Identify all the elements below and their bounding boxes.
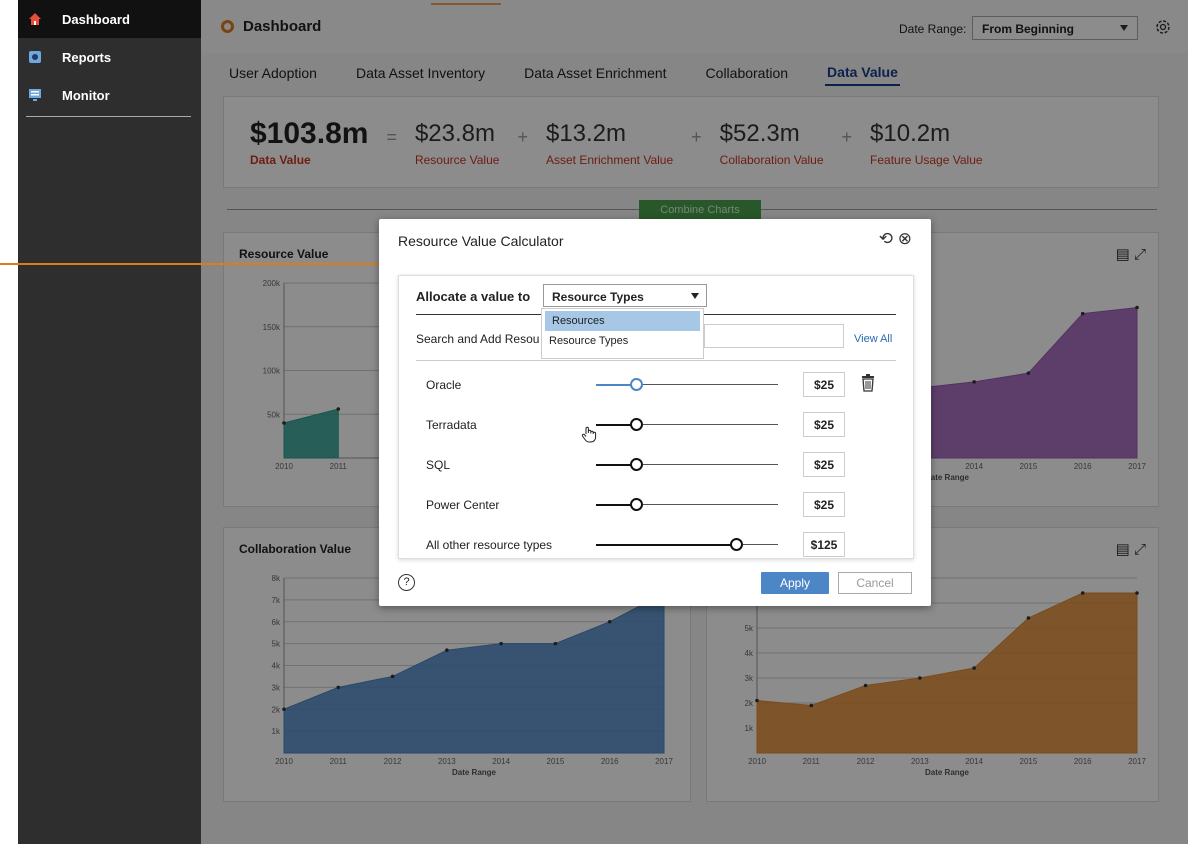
home-icon [29,13,41,25]
help-icon[interactable]: ? [398,574,415,591]
close-icon[interactable]: ⊗ [898,229,912,248]
value-slider[interactable] [596,538,778,551]
resource-row: SQL $25 [416,452,896,478]
resource-name: Power Center [426,498,500,512]
amount-input[interactable]: $25 [803,452,845,477]
slider-handle[interactable] [630,418,644,431]
resource-row: All other resource types $125 [416,532,896,558]
amount-input[interactable]: $25 [803,372,845,397]
resource-row: Terradata $25 [416,412,896,438]
sidebar-item-dashboard[interactable]: Dashboard [18,0,201,38]
dialog-title: Resource Value Calculator [398,233,564,249]
sidebar-item-label: Dashboard [62,11,130,27]
allocate-value: Resource Types [552,290,644,304]
hand-cursor-icon [581,426,597,443]
sidebar-divider [26,116,191,117]
resource-row: Oracle $25 [416,372,896,398]
resource-name: Oracle [426,378,462,392]
dropdown-option-resources[interactable]: Resources [545,311,700,331]
resource-value-calculator-dialog: Resource Value Calculator ⟲ ⊗ Allocate a… [379,219,931,606]
value-slider[interactable] [596,458,778,471]
view-all-link[interactable]: View All [854,333,892,345]
slider-handle[interactable] [630,498,644,511]
search-divider [416,360,896,361]
slider-handle[interactable] [630,378,644,391]
slider-fill [596,543,737,546]
amount-input[interactable]: $125 [803,532,845,557]
sidebar-item-reports[interactable]: Reports [18,38,201,76]
resource-name: All other resource types [426,538,553,552]
amount-input[interactable]: $25 [803,412,845,437]
search-label: Search and Add Resou [416,332,540,346]
monitor-icon [29,89,41,101]
allocate-label: Allocate a value to [416,289,531,304]
reset-icon[interactable]: ⟲ [879,229,893,248]
value-slider[interactable] [596,418,778,431]
reports-icon [29,51,41,63]
callout-line [0,263,390,265]
trash-icon[interactable] [861,374,875,392]
slider-handle[interactable] [630,458,644,471]
sidebar: Dashboard Reports Monitor [18,0,201,844]
chevron-down-icon [691,293,699,299]
resource-row: Power Center $25 [416,492,896,518]
amount-input[interactable]: $25 [803,492,845,517]
allocate-dropdown: Resources Resource Types [541,308,704,359]
sidebar-item-label: Monitor [62,87,110,103]
dialog-icons: ⟲ ⊗ [879,229,912,249]
apply-button[interactable]: Apply [761,572,829,594]
sidebar-item-monitor[interactable]: Monitor [18,76,201,114]
sidebar-item-label: Reports [62,49,112,65]
value-slider[interactable] [596,378,778,391]
allocate-select[interactable]: Resource Types [543,284,707,307]
value-slider[interactable] [596,498,778,511]
dialog-body: Allocate a value to Resource Types Resou… [398,275,914,559]
slider-handle[interactable] [730,538,744,551]
dropdown-option-resource-types[interactable]: Resource Types [542,331,703,351]
search-input[interactable] [704,324,844,348]
cancel-button[interactable]: Cancel [838,572,912,594]
resource-name: SQL [426,458,451,472]
resource-name: Terradata [426,418,477,432]
